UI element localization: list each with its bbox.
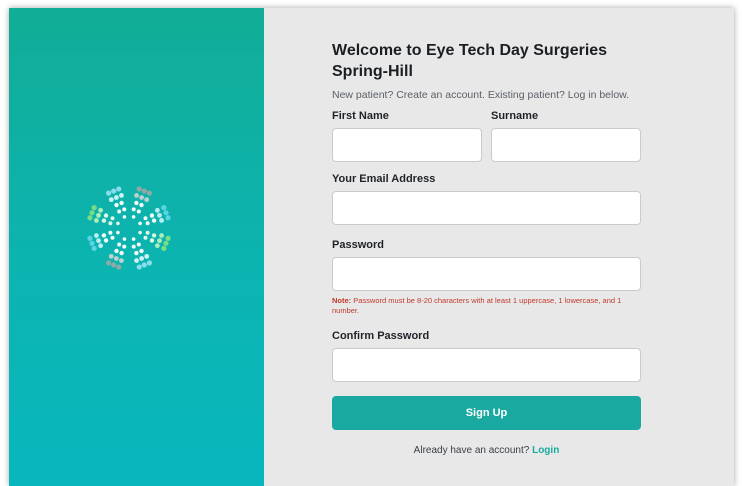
login-link[interactable]: Login	[532, 445, 559, 456]
surname-label: Surname	[491, 110, 539, 122]
password-input[interactable]	[332, 257, 641, 291]
confirm-password-group: Confirm Password	[332, 330, 641, 382]
password-label: Password	[332, 239, 384, 251]
login-prompt-text: Already have an account?	[413, 445, 530, 456]
surname-group: Surname	[491, 110, 641, 162]
page-subtitle: New patient? Create an account. Existing…	[332, 89, 630, 101]
signup-form: Welcome to Eye Tech Day Surgeries Spring…	[332, 40, 641, 456]
email-group: Your Email Address	[332, 173, 641, 225]
login-prompt: Already have an account? Login	[332, 445, 641, 456]
page-title: Welcome to Eye Tech Day Surgeries Spring…	[332, 42, 608, 80]
first-name-input[interactable]	[332, 128, 482, 162]
confirm-password-label: Confirm Password	[332, 330, 430, 342]
form-panel: Welcome to Eye Tech Day Surgeries Spring…	[264, 8, 734, 486]
password-group: Password Note: Password must be 8-20 cha…	[332, 239, 641, 316]
password-note-prefix: Note:	[332, 296, 352, 305]
surname-input[interactable]	[491, 128, 641, 162]
email-label: Your Email Address	[332, 173, 436, 185]
email-input[interactable]	[332, 191, 641, 225]
confirm-password-input[interactable]	[332, 348, 641, 382]
sign-up-button[interactable]: Sign Up	[332, 396, 641, 430]
password-note-text: Password must be 8-20 characters with at…	[332, 296, 622, 315]
first-name-label: First Name	[332, 110, 389, 122]
password-note: Note: Password must be 8-20 characters w…	[332, 296, 644, 316]
name-row: First Name Surname	[332, 110, 641, 162]
signup-window: Welcome to Eye Tech Day Surgeries Spring…	[9, 8, 734, 486]
flower-dots-logo-icon	[87, 186, 171, 270]
first-name-group: First Name	[332, 110, 482, 162]
brand-panel	[9, 8, 264, 486]
